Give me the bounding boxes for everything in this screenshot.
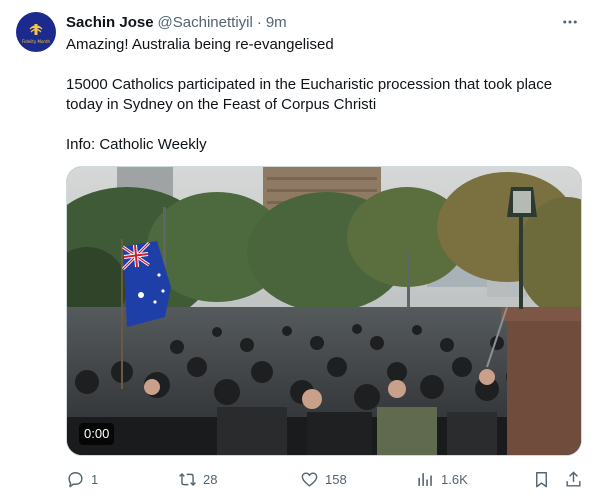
video-frame <box>67 167 581 455</box>
tweet-text-line: Amazing! Australia being re-evangelised <box>66 36 334 53</box>
views-button[interactable]: 1.6K <box>416 468 468 490</box>
share-icon <box>566 470 581 487</box>
video-player[interactable]: 0:00 <box>66 166 582 456</box>
views-count: 1.6K <box>441 471 468 487</box>
bookmark-icon <box>536 471 547 487</box>
avatar-logo-icon <box>29 23 43 35</box>
like-count: 158 <box>325 471 347 487</box>
heart-icon <box>301 471 318 487</box>
like-button[interactable]: 158 <box>300 468 347 490</box>
avatar-text: Fidelity Month <box>21 38 51 44</box>
action-bar: 1 28 158 1.6K <box>66 468 582 490</box>
tweet-time[interactable]: 9m <box>266 14 287 31</box>
retweet-icon <box>179 472 196 486</box>
header-separator: · <box>256 13 262 31</box>
author-name[interactable]: Sachin Jose <box>66 14 154 31</box>
tweet-text: Amazing! Australia being re-evangelised … <box>66 35 582 155</box>
avatar[interactable]: Fidelity Month <box>16 12 56 52</box>
reply-count: 1 <box>91 471 99 487</box>
tweet[interactable]: Fidelity Month Sachin Jose @Sachinettiyi… <box>0 0 598 502</box>
bookmark-button[interactable] <box>532 468 551 490</box>
analytics-icon <box>418 472 432 486</box>
tweet-text-line: Info: Catholic Weekly <box>66 136 207 153</box>
share-button[interactable] <box>564 468 583 490</box>
more-horizontal-icon <box>563 20 577 24</box>
more-button[interactable] <box>558 12 582 32</box>
tweet-text-line: 15000 Catholics participated in the Euch… <box>66 76 553 113</box>
reply-icon <box>68 471 83 487</box>
retweet-count: 28 <box>203 471 218 487</box>
tweet-header: Sachin Jose @Sachinettiyil · 9m <box>66 12 287 32</box>
video-timestamp: 0:00 <box>79 423 115 445</box>
author-handle[interactable]: @Sachinettiyil <box>158 14 253 31</box>
reply-button[interactable]: 1 <box>66 468 98 490</box>
retweet-button[interactable]: 28 <box>178 468 217 490</box>
